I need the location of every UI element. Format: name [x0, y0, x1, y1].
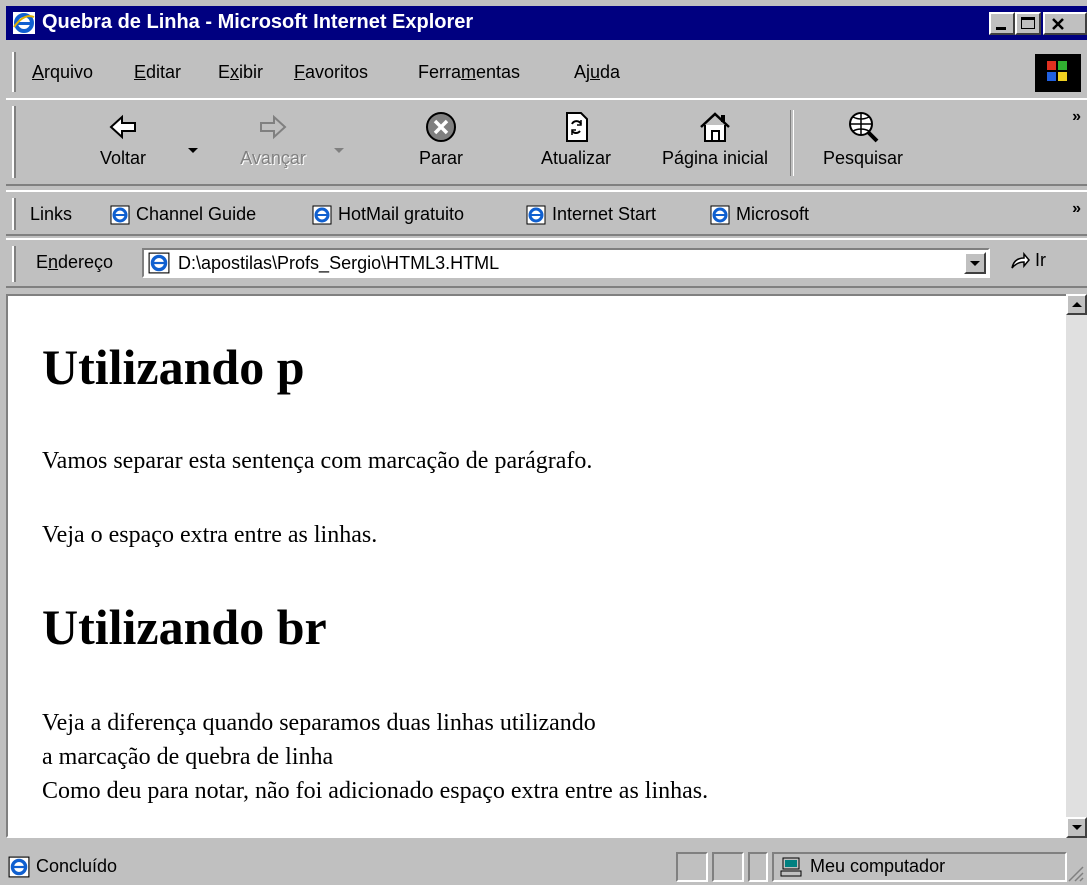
menubar-grip[interactable]	[12, 52, 16, 92]
stop-label: Parar	[418, 148, 463, 168]
status-cell-extra	[748, 852, 768, 882]
ie-logo-icon	[13, 12, 35, 34]
menu-ajuda[interactable]: Ajuda	[574, 62, 620, 83]
maximize-icon	[1021, 17, 1035, 29]
toolbar-grip[interactable]	[12, 106, 16, 178]
arrow-up-icon	[1072, 302, 1082, 307]
chevron-down-icon	[970, 261, 980, 266]
address-value: D:\apostilas\Profs_Sergio\HTML3.HTML	[178, 253, 500, 273]
menu-arquivo[interactable]: Arquivo	[32, 62, 93, 83]
ie-page-icon	[148, 252, 170, 274]
computer-icon	[780, 857, 802, 877]
toolbar-more-chevron[interactable]: »	[1072, 108, 1081, 126]
status-bar: Concluído Meu computador	[6, 850, 1087, 885]
address-bar: Endereço D:\apostilas\Profs_Sergio\HTML3…	[6, 238, 1087, 288]
heading-utilizando-br: Utilizando br	[42, 599, 327, 655]
status-main-cell: Concluído	[6, 852, 674, 882]
status-cell-secure	[712, 852, 744, 882]
address-label: Endereço	[36, 252, 114, 272]
arrow-down-icon	[1072, 825, 1082, 830]
toolbar-separator	[790, 110, 794, 176]
paragraph-2: Veja o espaço extra entre as linhas.	[42, 522, 378, 548]
ie-page-icon	[110, 205, 130, 224]
ie-page-icon	[312, 205, 332, 224]
stop-button[interactable]: Parar	[401, 110, 481, 169]
menu-editar[interactable]: Editar	[134, 62, 181, 83]
refresh-label: Atualizar	[540, 148, 612, 168]
address-grip[interactable]	[12, 246, 16, 282]
stop-icon	[426, 112, 456, 142]
menu-ferramentas[interactable]: Ferramentas	[418, 62, 520, 83]
search-button[interactable]: Pesquisar	[808, 110, 918, 169]
forward-dropdown-arrow[interactable]	[334, 148, 344, 153]
maximize-button[interactable]	[1015, 12, 1041, 35]
home-button[interactable]: Página inicial	[648, 110, 782, 169]
forward-arrow-icon	[260, 114, 287, 140]
link-hotmail[interactable]: HotMail gratuito	[312, 204, 464, 225]
ie-page-icon	[526, 205, 546, 224]
go-arrow-icon	[1011, 252, 1030, 269]
link-label: Channel Guide	[136, 204, 257, 224]
window-title: Quebra de Linha - Microsoft Internet Exp…	[42, 11, 474, 33]
link-internet-start[interactable]: Internet Start	[526, 204, 656, 225]
menu-favoritos[interactable]: Favoritos	[294, 62, 368, 83]
ie-page-icon	[710, 205, 730, 224]
scroll-track[interactable]	[1066, 315, 1087, 817]
forward-button[interactable]: Avançar	[228, 110, 318, 169]
br-line-1: Veja a diferença quando separamos duas l…	[42, 710, 596, 736]
back-label: Voltar	[99, 148, 147, 168]
windows-logo-icon	[1035, 54, 1081, 92]
close-icon	[1052, 18, 1064, 30]
go-label: Ir	[1035, 250, 1047, 270]
back-dropdown-arrow[interactable]	[188, 148, 198, 153]
link-label: Internet Start	[552, 204, 657, 224]
page-content[interactable]: Utilizando p Vamos separar esta sentença…	[6, 294, 1066, 838]
search-globe-icon	[849, 112, 879, 143]
ie-page-icon	[8, 856, 30, 878]
link-label: Microsoft	[736, 204, 810, 224]
link-channel-guide[interactable]: Channel Guide	[110, 204, 256, 225]
links-more-chevron[interactable]: »	[1072, 200, 1081, 218]
status-text: Concluído	[36, 856, 118, 876]
search-label: Pesquisar	[822, 148, 904, 168]
home-icon	[700, 112, 730, 142]
scroll-up-button[interactable]	[1066, 294, 1087, 315]
browser-window: Quebra de Linha - Microsoft Internet Exp…	[0, 0, 1087, 885]
home-label: Página inicial	[661, 148, 769, 168]
address-dropdown-button[interactable]	[964, 252, 986, 274]
title-bar[interactable]: Quebra de Linha - Microsoft Internet Exp…	[6, 6, 1087, 40]
paragraph-1: Vamos separar esta sentença com marcação…	[42, 448, 593, 474]
go-button[interactable]: Ir	[1008, 250, 1046, 272]
minimize-button[interactable]	[989, 12, 1015, 35]
status-cell-progress	[676, 852, 708, 882]
zone-text: Meu computador	[810, 856, 946, 876]
refresh-button[interactable]: Atualizar	[528, 110, 624, 169]
vertical-scrollbar[interactable]	[1066, 294, 1087, 838]
status-zone-cell: Meu computador	[772, 852, 1067, 882]
scroll-down-button[interactable]	[1066, 817, 1087, 838]
standard-toolbar: Voltar Avançar Parar Atualizar Página in…	[6, 98, 1087, 186]
menu-exibir[interactable]: Exibir	[218, 62, 263, 83]
resize-grip-icon[interactable]	[1066, 864, 1084, 882]
link-microsoft[interactable]: Microsoft	[710, 204, 809, 225]
menu-bar: Arquivo Editar Exibir Favoritos Ferramen…	[6, 44, 1087, 96]
link-label: HotMail gratuito	[338, 204, 465, 224]
links-bar: Links Channel Guide HotMail gratuito Int…	[6, 190, 1087, 236]
heading-utilizando-p: Utilizando p	[42, 339, 305, 395]
back-arrow-icon	[109, 114, 136, 140]
links-label: Links	[30, 204, 73, 224]
br-line-2: a marcação de quebra de linha	[42, 744, 334, 770]
links-grip[interactable]	[12, 198, 16, 230]
address-field[interactable]: D:\apostilas\Profs_Sergio\HTML3.HTML	[142, 248, 990, 278]
back-button[interactable]: Voltar	[78, 110, 168, 169]
br-line-3: Como deu para notar, não foi adicionado …	[42, 778, 709, 804]
close-button[interactable]	[1043, 12, 1087, 35]
minimize-icon	[996, 27, 1006, 30]
refresh-icon	[566, 112, 588, 142]
forward-label: Avançar	[240, 148, 306, 168]
windows-flag-icon	[1047, 61, 1067, 81]
